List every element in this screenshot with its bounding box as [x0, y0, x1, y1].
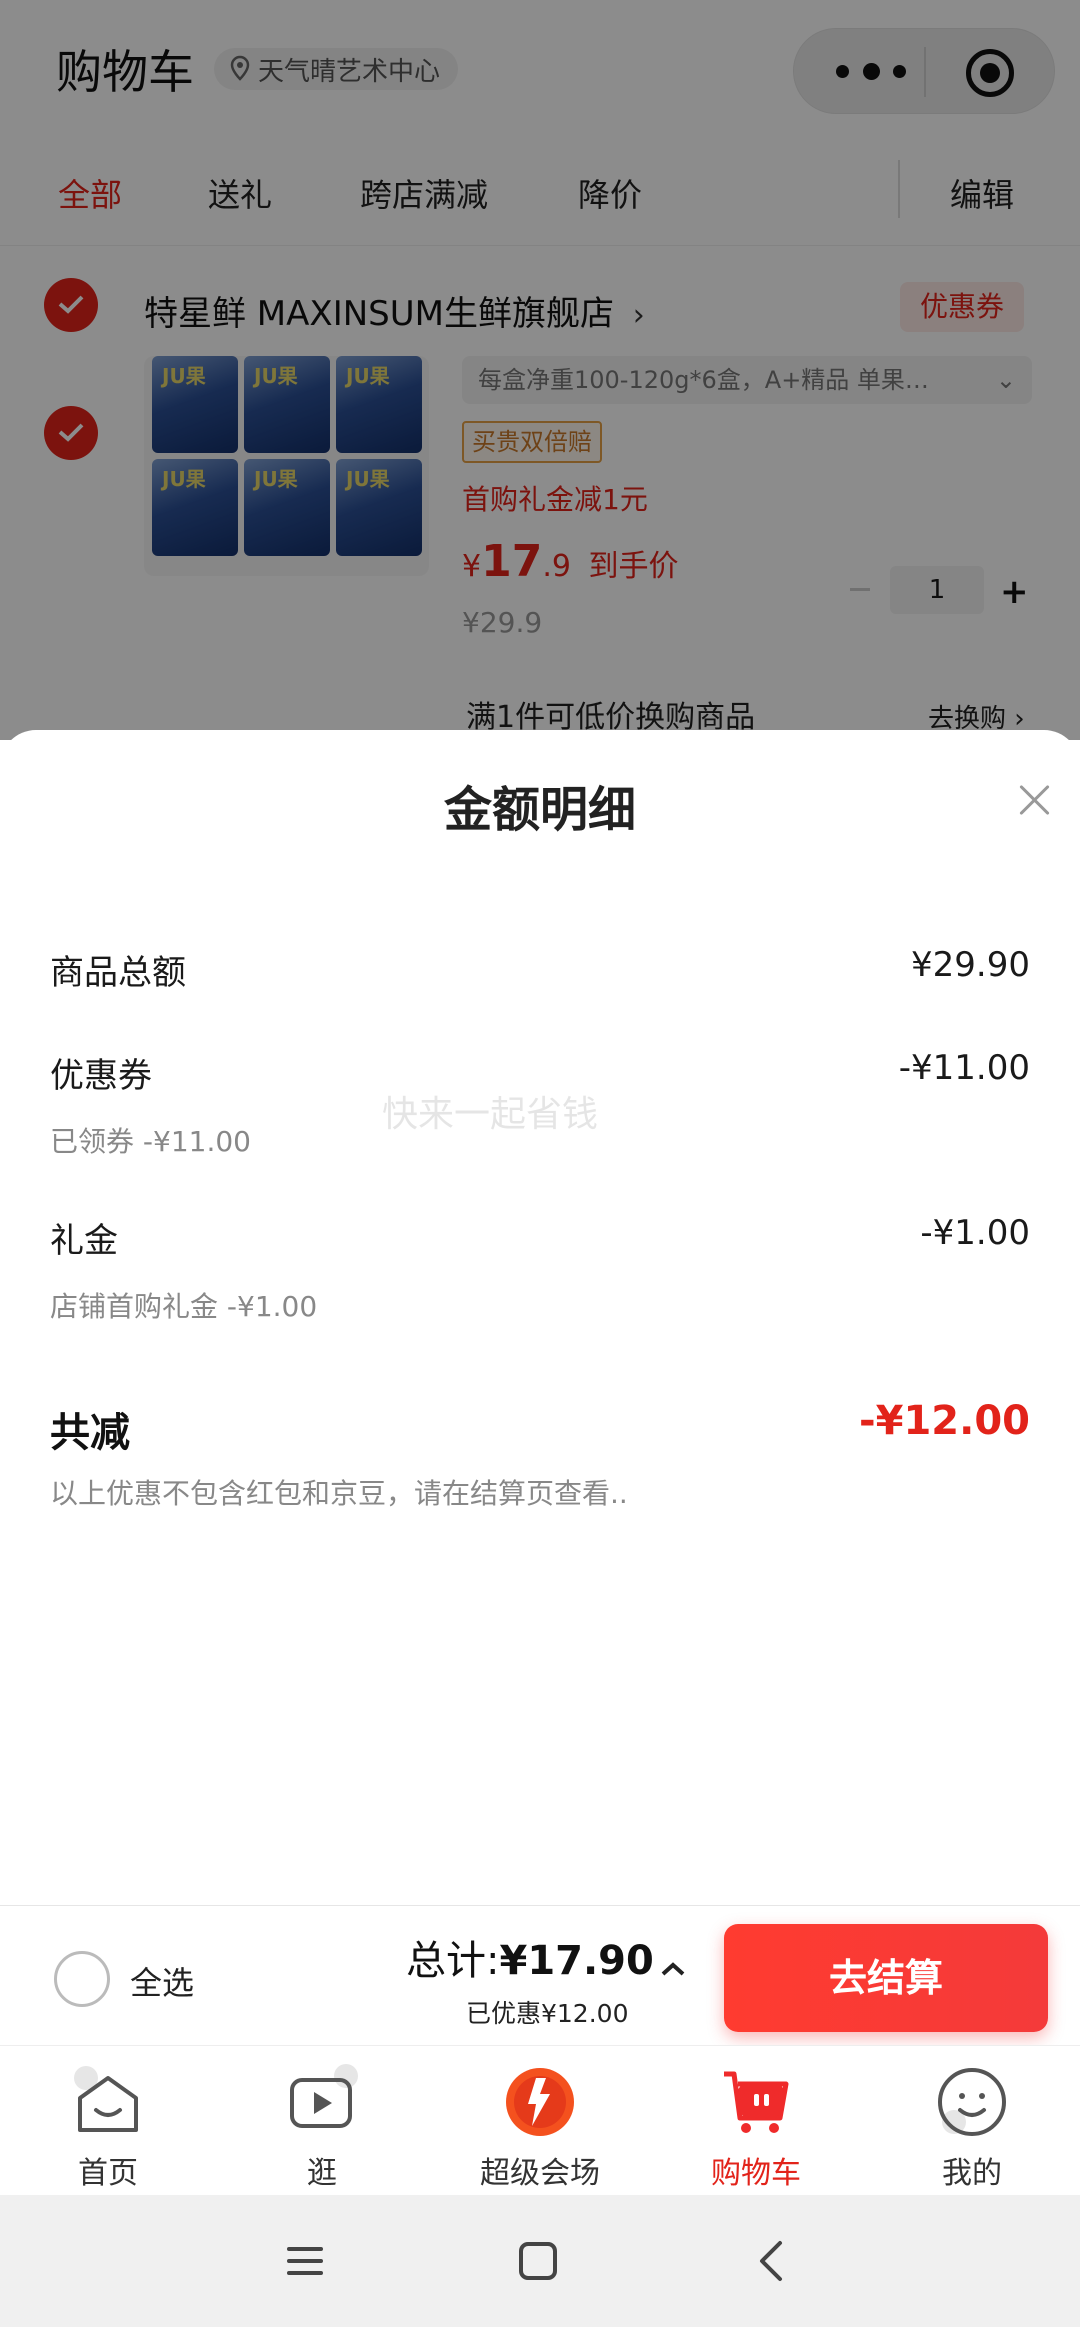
tab-cart[interactable]: 购物车	[656, 2064, 856, 2192]
tab-super-venue[interactable]: 超级会场	[440, 2064, 640, 2192]
watermark-text: 快来一起省钱	[382, 1094, 599, 1135]
row-sub-coupon: 已领券 -¥11.00	[50, 1125, 251, 1158]
row-value-gift-cash: -¥1.00	[920, 1213, 1030, 1253]
tab-home[interactable]: 首页	[8, 2064, 208, 2192]
row-value-goods-total: ¥29.90	[911, 945, 1030, 985]
select-all-label[interactable]: 全选	[130, 1958, 194, 2004]
select-all-checkbox[interactable]	[54, 1951, 110, 2007]
saved-amount: 已优惠¥12.00	[466, 1999, 629, 2028]
row-label-coupon: 优惠券	[50, 1056, 152, 1096]
total-discount-label: 共减	[50, 1410, 130, 1456]
total-discount-value: -¥12.00	[859, 1398, 1030, 1444]
tab-profile[interactable]: 我的	[872, 2064, 1072, 2192]
profile-icon	[938, 2068, 1006, 2136]
tab-cart-label: 购物车	[711, 2156, 801, 2191]
home-icon	[74, 2066, 138, 2132]
discount-note: 以上优惠不包含红包和京豆，请在结算页查看..	[50, 1477, 628, 1510]
super-venue-icon	[506, 2068, 574, 2136]
chevron-up-icon[interactable]	[660, 1956, 686, 1982]
sheet-title: 金额明细	[443, 782, 636, 838]
tab-home-label: 首页	[78, 2156, 138, 2191]
back-icon[interactable]	[752, 2239, 792, 2283]
tab-browse-label: 逛	[307, 2156, 337, 2191]
row-sub-gift-cash: 店铺首购礼金 -¥1.00	[50, 1290, 318, 1323]
bottom-tab-bar: 首页 逛 超级会场 购物车 我的	[0, 2045, 1080, 2195]
tab-profile-label: 我的	[942, 2156, 1002, 2191]
close-icon[interactable]	[1014, 780, 1054, 820]
row-label-goods-total: 商品总额	[50, 953, 186, 993]
tab-super-venue-label: 超级会场	[480, 2156, 600, 2191]
checkout-button[interactable]: 去结算	[724, 1924, 1048, 2032]
system-nav-bar	[0, 2195, 1080, 2327]
amount-detail-sheet: 金额明细 快来一起省钱 商品总额 ¥29.90 优惠券 -¥11.00 已领券 …	[0, 730, 1080, 1905]
row-value-coupon: -¥11.00	[898, 1048, 1030, 1088]
overlay-mask[interactable]	[0, 0, 1080, 740]
cart-page: 购物车 天气晴艺术中心 全部 送礼 跨店满减 降价 编辑 特星鲜 MAXINSU…	[0, 0, 1080, 2327]
home-square-icon[interactable]	[518, 2241, 558, 2281]
row-label-gift-cash: 礼金	[50, 1221, 118, 1261]
checkout-bar: 全选 总计:¥17.90 已优惠¥12.00 去结算	[0, 1905, 1080, 2045]
video-icon	[290, 2064, 358, 2128]
menu-icon[interactable]	[285, 2241, 325, 2281]
cart-icon	[724, 2071, 789, 2133]
tab-browse[interactable]: 逛	[222, 2064, 422, 2192]
total-amount: 总计:¥17.90	[406, 1938, 654, 1984]
